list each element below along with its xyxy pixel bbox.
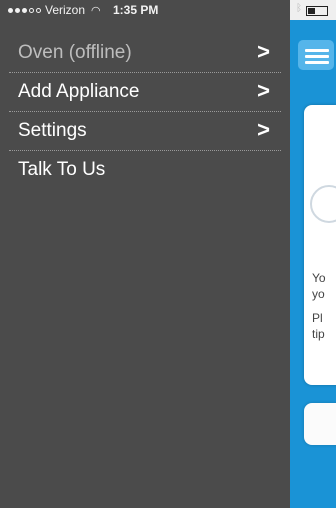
- bluetooth-icon: ᛒ: [296, 3, 302, 14]
- menu-item-settings[interactable]: Settings >: [0, 112, 290, 150]
- menu-item-label: Settings: [18, 120, 87, 141]
- menu-toggle-button[interactable]: [298, 40, 334, 70]
- battery-icon: [306, 6, 328, 16]
- drawer-menu: Oven (offline) > Add Appliance > Setting…: [0, 34, 290, 189]
- card-text-line: Yo: [312, 271, 326, 285]
- card-text-line: yo: [312, 287, 325, 301]
- signal-strength-icon: [8, 7, 41, 13]
- status-bar: Verizon ◠ 1:35 PM: [0, 0, 290, 20]
- hamburger-icon-bar: [305, 61, 329, 64]
- chevron-right-icon: >: [257, 117, 270, 142]
- status-time: 1:35 PM: [113, 3, 159, 17]
- card-text-line: Pl: [312, 311, 323, 325]
- status-left: Verizon ◠: [8, 3, 101, 17]
- menu-item-label: Oven (offline): [18, 42, 132, 63]
- side-drawer: Verizon ◠ 1:35 PM Oven (offline) > Add A…: [0, 0, 290, 508]
- main-app-peek[interactable]: ᛒ Yo yo Pl tip: [290, 0, 336, 508]
- appliance-icon: [310, 185, 336, 223]
- card-text-line: tip: [312, 327, 325, 341]
- peek-status-bar: ᛒ: [290, 0, 336, 20]
- menu-item-label: Talk To Us: [18, 159, 106, 180]
- menu-item-label: Add Appliance: [18, 81, 140, 102]
- menu-item-talk-to-us[interactable]: Talk To Us: [0, 151, 290, 189]
- carrier-name: Verizon: [45, 3, 86, 17]
- action-button[interactable]: [304, 403, 336, 445]
- menu-item-oven[interactable]: Oven (offline) >: [0, 34, 290, 72]
- hamburger-icon-bar: [305, 55, 329, 58]
- menu-item-add-appliance[interactable]: Add Appliance >: [0, 73, 290, 111]
- wifi-icon: ◠: [91, 4, 101, 17]
- chevron-right-icon: >: [257, 78, 270, 103]
- hamburger-icon: [305, 49, 329, 52]
- chevron-right-icon: >: [257, 39, 270, 64]
- content-card: Yo yo Pl tip: [304, 105, 336, 385]
